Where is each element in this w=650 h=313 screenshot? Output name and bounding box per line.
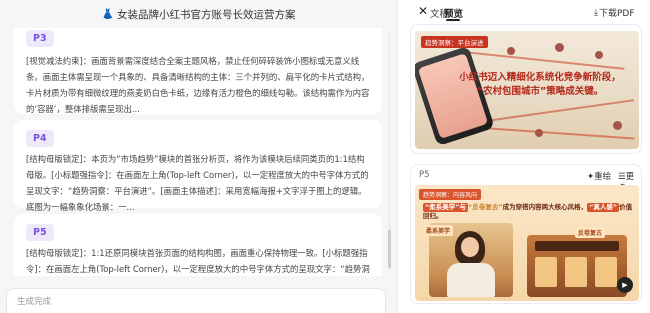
document-title: 女装品牌小红书官方账号长效运营方案 (116, 8, 296, 21)
page-label-badge: P3 (26, 30, 54, 47)
chat-panel: 👗 女装品牌小红书官方账号长效运营方案 P3 [视觉减法约束]：画面背景需深度结… (0, 0, 397, 313)
document-title-bar: 👗 女装品牌小红书官方账号长效运营方案 (0, 0, 397, 28)
generation-status-text: 生成完成 (17, 297, 52, 307)
active-tab-indicator (446, 19, 460, 21)
dress-icon: 👗 (101, 8, 114, 20)
slide-tag: 趋势洞察：内容风向 (419, 189, 482, 200)
headline-part: 成为穿搭内容两大核心风格， (502, 203, 588, 211)
preview-panel: ✕ 文稿 预览 ⤓ 下载PDF 趋势洞察：平台演进 小红书迈入精细化系统化竞争新… (397, 0, 650, 313)
headline-part: “柔系美学”与 (423, 203, 469, 212)
storefront-illustration (527, 235, 627, 297)
headline-part: “反卷复古” (468, 203, 503, 211)
slide-page-label: P5 (419, 170, 430, 180)
store-window (535, 257, 557, 287)
prompt-list[interactable]: P3 [视觉减法约束]：画面背景需深度结合全案主题风格，禁止任何碎碎装饰小图标或… (14, 28, 382, 276)
body-shape (447, 263, 495, 297)
play-icon[interactable]: ▶ (617, 277, 633, 293)
redraw-button[interactable]: ✦重绘 (587, 170, 611, 182)
prompt-card-p4: P4 [结构母版锁定]：本页为“市场趋势”模块的首张分析页，将作为该模块后续同类… (14, 120, 382, 212)
left-style-label: 柔系美学 (423, 225, 454, 236)
slide-tag: 趋势洞察：平台演进 (421, 36, 488, 48)
generation-status-box: 生成完成 (6, 288, 386, 313)
store-sign (535, 241, 619, 251)
slide-card-p4[interactable]: 趋势洞察：平台演进 小红书迈入精细化系统化竞争新阶段， “农村包围城市”策略成关… (410, 24, 642, 154)
close-icon[interactable]: ✕ (418, 4, 428, 18)
store-window (565, 257, 587, 287)
right-style-label: 反卷复古 (575, 227, 606, 238)
prompt-card-p3: P3 [视觉减法约束]：画面背景需深度结合全案主题风格，禁止任何碎碎装饰小图标或… (14, 28, 382, 114)
scrollbar[interactable] (388, 30, 391, 270)
store-window (595, 257, 617, 287)
page-label-badge: P5 (26, 224, 54, 241)
avatar-dot (507, 47, 515, 55)
download-pdf-label: 下载PDF (598, 9, 635, 19)
prompt-text: [视觉减法约束]：画面背景需深度结合全案主题风格，禁止任何碎碎装饰小图标或无意义… (26, 56, 370, 114)
slide-headline-line2: “农村包围城市”策略成关键。 (476, 86, 604, 97)
slide-headline-line1: 小红书迈入精细化系统化竞争新阶段， (459, 72, 621, 83)
slide-image-p4: 趋势洞察：平台演进 小红书迈入精细化系统化竞争新阶段， “农村包围城市”策略成关… (415, 31, 639, 149)
avatar-dot (613, 121, 622, 130)
slide-image-p5: 趋势洞察：内容风向 “柔系美学”与 “反卷复古”成为穿搭内容两大核心风格， “真人感… (415, 185, 639, 301)
prompt-text: [结构母版锁定]：1:1还原同模块首张页面的结构构图，画面重心保持物理一致。[小… (26, 248, 370, 274)
avatar-dot (535, 129, 543, 137)
download-pdf-button[interactable]: ⤓ 下载PDF (594, 6, 635, 20)
scrollbar-thumb[interactable] (388, 230, 391, 268)
slide-headline: “柔系美学”与 “反卷复古”成为穿搭内容两大核心风格， “真人感” 价值回归。 (423, 203, 635, 221)
preview-header: ✕ 文稿 预览 ⤓ 下载PDF (398, 0, 650, 24)
slide-card-p5[interactable]: P5 ✦重绘 ☰更多 趋势洞察：内容风向 “柔系美学”与“反卷复古”成为穿搭内容… (410, 164, 642, 304)
face-shape (461, 237, 479, 257)
download-icon: ⤓ (594, 7, 598, 18)
slide-header: P5 ✦重绘 ☰更多 (411, 165, 641, 194)
prompt-card-p5: P5 [结构母版锁定]：1:1还原同模块首张页面的结构构图，画面重心保持物理一致… (14, 214, 382, 276)
headline-part: “真人感” (587, 203, 620, 212)
avatar-dot (555, 43, 564, 52)
tab-preview[interactable]: 预览 (444, 6, 463, 20)
prompt-text: [结构母版锁定]：本页为“市场趋势”模块的首张分析页，将作为该模块后续同类页的1… (26, 154, 369, 212)
page-label-badge: P4 (26, 130, 54, 147)
avatar-dot (595, 51, 603, 59)
redraw-label: 重绘 (594, 172, 612, 182)
